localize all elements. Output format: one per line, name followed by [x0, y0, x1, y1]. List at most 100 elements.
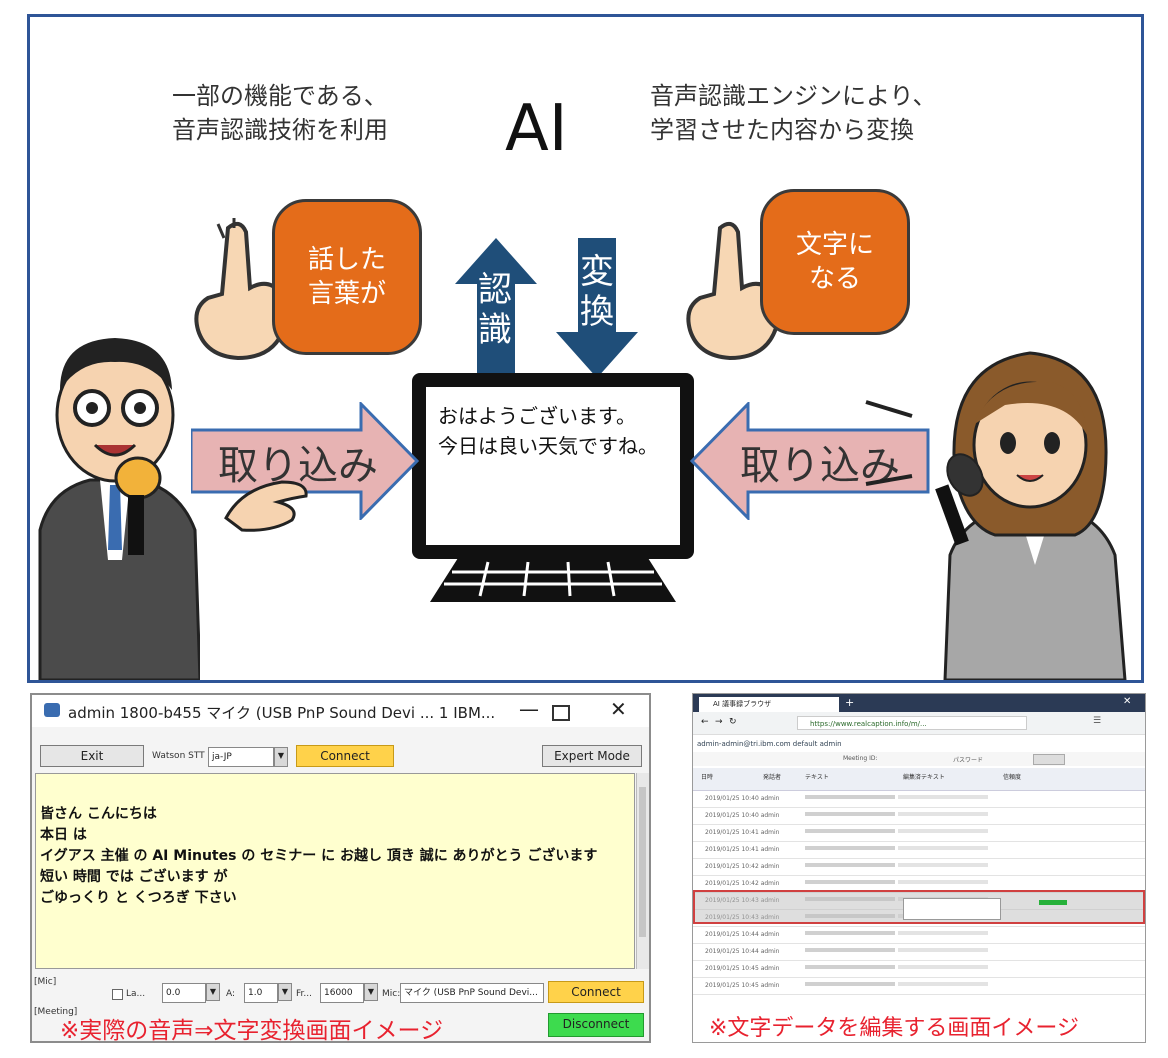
header-col-speaker[interactable]: 発話者 [763, 772, 781, 781]
row-timestamp: 2019/01/25 10:42 admin [705, 863, 780, 870]
row-timestamp: 2019/01/25 10:40 admin [705, 795, 780, 802]
freq-select[interactable]: 16000 [320, 983, 364, 1003]
window-title: admin 1800-b455 マイク (USB PnP Sound Devi … [68, 704, 496, 722]
row-text [805, 795, 895, 799]
table-header: 日時 発話者 テキスト 編集済テキスト 信頼度 [693, 768, 1145, 791]
caption-area: ※文字データを編集する画面イメージ [693, 1010, 1145, 1042]
engine-label: Watson STT [152, 751, 205, 761]
inline-edit-box[interactable] [903, 898, 1001, 920]
mic-label: Mic: [382, 989, 401, 999]
expert-mode-button[interactable]: Expert Mode [542, 745, 642, 767]
row-text [805, 812, 895, 816]
option-checkbox[interactable] [112, 989, 123, 1000]
computer-monitor: おはようございます。 今日は良い天気ですね。 [412, 373, 694, 559]
monitor-screen: おはようございます。 今日は良い天気ですね。 [426, 387, 680, 545]
confidence-bar [1039, 900, 1067, 905]
a-select[interactable]: 1.0 [244, 983, 278, 1003]
table-row[interactable]: 2019/01/25 10:40 admin [693, 792, 1145, 808]
table-row[interactable]: 2019/01/25 10:40 admin [693, 809, 1145, 825]
back-icon[interactable]: ← [701, 717, 709, 727]
motion-lines-icon [865, 400, 913, 486]
transcript-scrollbar[interactable] [636, 773, 649, 969]
browser-close-icon[interactable]: ✕ [1123, 696, 1131, 707]
scrollbar-thumb[interactable] [639, 787, 646, 937]
row-edited-text[interactable] [898, 795, 988, 799]
transcript-line: 短い 時間 では ございます が [40, 869, 228, 885]
reload-icon[interactable]: ↻ [729, 717, 737, 727]
forward-icon[interactable]: → [715, 717, 723, 727]
row-timestamp: 2019/01/25 10:41 admin [705, 829, 780, 836]
row-edited-text[interactable] [898, 880, 988, 884]
table-row[interactable]: 2019/01/25 10:41 admin [693, 843, 1145, 859]
row-edited-text[interactable] [898, 812, 988, 816]
selected-row-highlight[interactable] [693, 890, 1145, 924]
row-edited-text[interactable] [898, 982, 988, 986]
table-row[interactable]: 2019/01/25 10:45 admin [693, 979, 1145, 995]
ai-title: AI [505, 92, 568, 166]
table-row[interactable]: 2019/01/25 10:41 admin [693, 826, 1145, 842]
transcript-line: 本日 は [40, 827, 87, 843]
row-timestamp: 2019/01/25 10:44 admin [705, 948, 780, 955]
header-col-edited[interactable]: 編集済テキスト [903, 772, 945, 781]
row-edited-text[interactable] [898, 863, 988, 867]
row-edited-text[interactable] [898, 948, 988, 952]
table-row[interactable]: 2019/01/25 10:44 admin [693, 945, 1145, 961]
header-col-text[interactable]: テキスト [805, 772, 829, 781]
maximize-icon[interactable] [552, 705, 570, 721]
engine-dropdown-icon[interactable]: ▼ [274, 747, 288, 767]
lang-select[interactable]: 0.0 [162, 983, 206, 1003]
new-tab-icon[interactable]: + [845, 696, 854, 709]
table-row[interactable]: 2019/01/25 10:42 admin [693, 860, 1145, 876]
mic-select[interactable]: マイク (USB PnP Sound Devi... [400, 983, 544, 1003]
lang-dropdown-icon[interactable]: ▼ [206, 983, 220, 1001]
arrow-down-label: 変換 [580, 252, 614, 332]
minimize-icon[interactable]: — [519, 697, 539, 721]
row-text [805, 880, 895, 884]
row-edited-text[interactable] [898, 829, 988, 833]
mic-connect-button[interactable]: Connect [548, 981, 644, 1003]
window-titlebar: admin 1800-b455 マイク (USB PnP Sound Devi … [32, 695, 649, 727]
row-text [805, 982, 895, 986]
row-timestamp: 2019/01/25 10:45 admin [705, 965, 780, 972]
row-timestamp: 2019/01/25 10:44 admin [705, 931, 780, 938]
header-col-time[interactable]: 日時 [701, 772, 713, 781]
close-icon[interactable]: ✕ [610, 697, 627, 721]
transcript-area[interactable]: 皆さん こんにちは 本日 は イグアス 主催 の AI Minutes の セミ… [35, 773, 635, 969]
row-edited-text[interactable] [898, 931, 988, 935]
speech-bubble-become-text: 文字に なる [760, 189, 910, 335]
freq-dropdown-icon[interactable]: ▼ [364, 983, 378, 1001]
woman-with-microphone-illustration [935, 351, 1127, 680]
recognized-text: おはようございます。 今日は良い天気ですね。 [438, 404, 658, 458]
transcript-line: イグアス 主催 の AI Minutes の セミナー に お越し 頂き 誠に … [40, 848, 598, 864]
table-row[interactable]: 2019/01/25 10:45 admin [693, 962, 1145, 978]
header-col-confidence[interactable]: 信頼度 [1003, 772, 1021, 781]
password-label: パスワード [953, 757, 984, 764]
table-row[interactable]: 2019/01/25 10:44 admin [693, 928, 1145, 944]
engine-select[interactable]: ja-JP [208, 747, 274, 767]
speech-to-text-window: admin 1800-b455 マイク (USB PnP Sound Devi … [30, 693, 651, 1043]
menu-icon[interactable]: ☰ [1093, 716, 1101, 726]
row-edited-text[interactable] [898, 965, 988, 969]
man-with-microphone-illustration [38, 338, 200, 680]
row-edited-text[interactable] [898, 846, 988, 850]
row-timestamp: 2019/01/25 10:42 admin [705, 880, 780, 887]
stt-caption: ※実際の音声⇒文字変換画面イメージ [60, 1018, 444, 1043]
browser-toolbar: ← → ↻ https://www.realcaption.info/m/...… [693, 712, 1145, 735]
edit-caption: ※文字データを編集する画面イメージ [709, 1016, 1079, 1041]
a-label: A: [226, 989, 236, 999]
disconnect-button[interactable]: Disconnect [548, 1013, 644, 1037]
row-text [805, 846, 895, 850]
a-dropdown-icon[interactable]: ▼ [278, 983, 292, 1001]
caption-right: 音声認識エンジンにより、 学習させた内容から変換 [650, 82, 937, 144]
meeting-go-button[interactable] [1033, 754, 1065, 765]
keyboard-icon [430, 558, 676, 602]
status-mic: [Mic] [34, 977, 57, 987]
exit-button[interactable]: Exit [40, 745, 144, 767]
browser-tab[interactable]: AI 議事録ブラウザ [699, 697, 839, 712]
arrow-up-label: 認識 [478, 270, 512, 350]
row-text [805, 931, 895, 935]
url-bar[interactable]: https://www.realcaption.info/m/... [797, 716, 1027, 730]
caption-left: 一部の機能である、 音声認識技術を利用 [172, 82, 388, 144]
connect-button[interactable]: Connect [296, 745, 394, 767]
user-line: admin-admin@tri.ibm.com default admin [697, 740, 842, 748]
